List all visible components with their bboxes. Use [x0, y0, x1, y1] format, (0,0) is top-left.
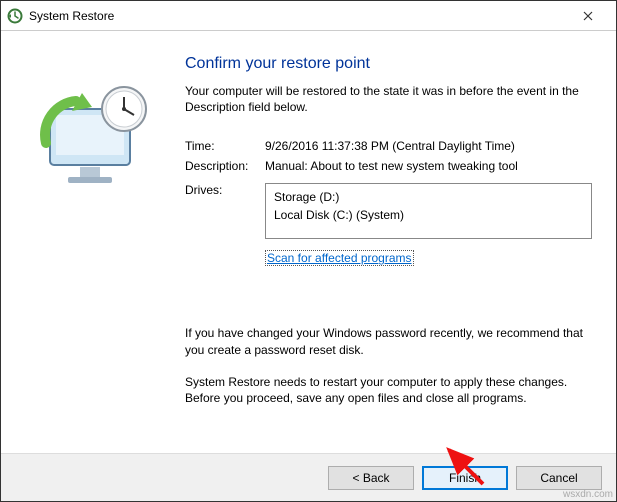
- drive-item: Storage (D:): [274, 188, 583, 206]
- dialog-body: Confirm your restore point Your computer…: [1, 31, 616, 453]
- finish-button[interactable]: Finish: [422, 466, 508, 490]
- close-button[interactable]: [565, 2, 610, 30]
- system-restore-window: System Restore: [0, 0, 617, 502]
- back-button[interactable]: < Back: [328, 466, 414, 490]
- drives-listbox[interactable]: Storage (D:) Local Disk (C:) (System): [265, 183, 592, 239]
- time-label: Time:: [185, 139, 265, 153]
- restart-note: System Restore needs to restart your com…: [185, 374, 592, 406]
- cancel-button[interactable]: Cancel: [516, 466, 602, 490]
- drives-row: Drives: Storage (D:) Local Disk (C:) (Sy…: [185, 183, 592, 239]
- description-row: Description: Manual: About to test new s…: [185, 159, 592, 173]
- scan-affected-programs-link[interactable]: Scan for affected programs: [265, 250, 414, 266]
- time-row: Time: 9/26/2016 11:37:38 PM (Central Day…: [185, 139, 592, 153]
- titlebar: System Restore: [1, 1, 616, 31]
- description-label: Description:: [185, 159, 265, 173]
- restore-illustration-icon: [32, 71, 162, 201]
- illustration-column: [17, 51, 177, 443]
- time-value: 9/26/2016 11:37:38 PM (Central Daylight …: [265, 139, 592, 153]
- content-column: Confirm your restore point Your computer…: [177, 51, 592, 443]
- intro-text: Your computer will be restored to the st…: [185, 83, 592, 115]
- drive-item: Local Disk (C:) (System): [274, 206, 583, 224]
- window-title: System Restore: [29, 9, 114, 23]
- watermark: wsxdn.com: [563, 489, 613, 500]
- page-heading: Confirm your restore point: [185, 55, 592, 73]
- drives-label: Drives:: [185, 183, 265, 239]
- system-restore-icon: [7, 8, 23, 24]
- button-bar: < Back Finish Cancel: [1, 453, 616, 501]
- description-value: Manual: About to test new system tweakin…: [265, 159, 592, 173]
- password-note: If you have changed your Windows passwor…: [185, 325, 592, 357]
